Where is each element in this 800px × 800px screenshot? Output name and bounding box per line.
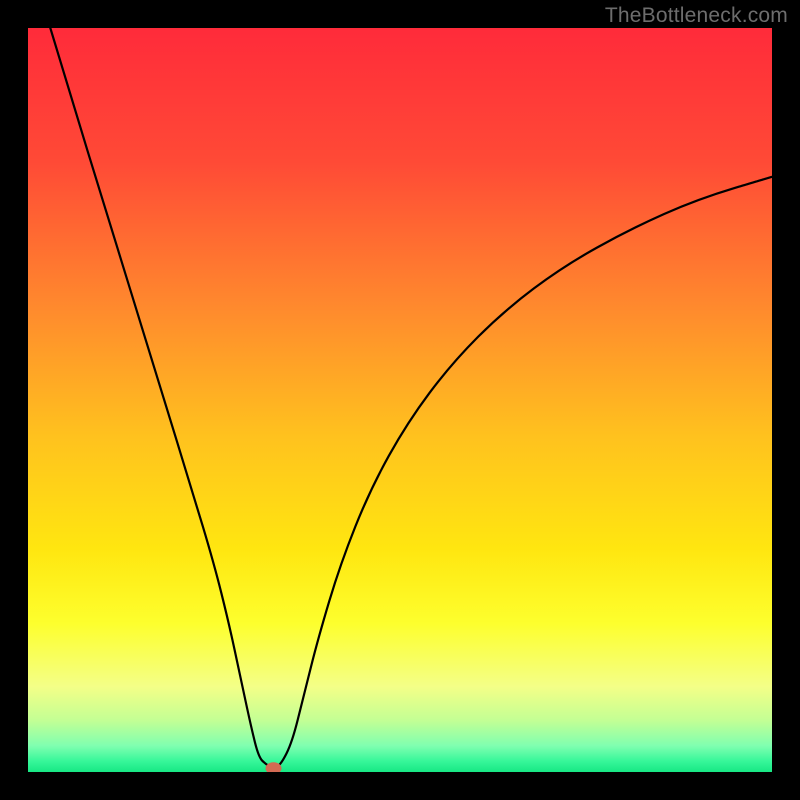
chart-canvas [28, 28, 772, 772]
plot-area [28, 28, 772, 772]
watermark: TheBottleneck.com [605, 4, 788, 28]
chart-frame: TheBottleneck.com [0, 0, 800, 800]
gradient-background [28, 28, 772, 772]
